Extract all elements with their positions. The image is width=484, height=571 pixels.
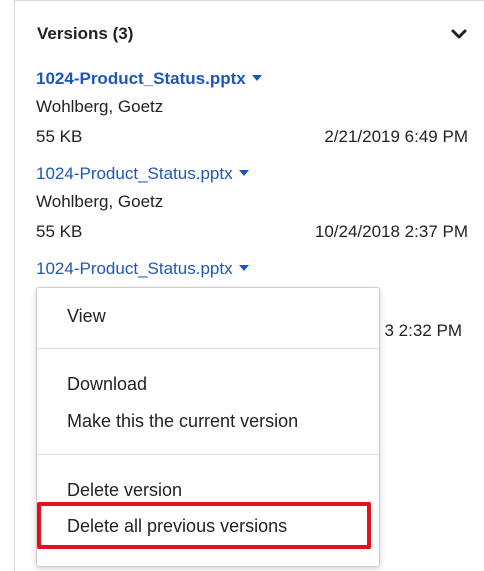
menu-item-download[interactable]: Download xyxy=(67,372,147,396)
version-date: 2/21/2019 6:49 PM xyxy=(324,127,468,146)
menu-divider xyxy=(37,348,379,349)
version-item: 1024-Product_Status.pptx xyxy=(36,258,468,280)
version-file-link[interactable]: 1024-Product_Status.pptx xyxy=(36,163,233,185)
dropdown-caret-icon[interactable] xyxy=(238,264,249,271)
menu-divider xyxy=(37,454,379,455)
menu-item-delete-all-previous[interactable]: Delete all previous versions xyxy=(67,514,287,538)
version-author: Wohlberg, Goetz xyxy=(36,192,164,211)
versions-header[interactable]: Versions (3) xyxy=(37,23,467,49)
version-item: 1024-Product_Status.pptx Wohlberg, Goetz… xyxy=(36,68,468,148)
version-author: Wohlberg, Goetz xyxy=(36,97,164,116)
menu-item-delete-version[interactable]: Delete version xyxy=(67,478,182,502)
versions-title: Versions (3) xyxy=(37,24,134,43)
version-context-menu: View Download Make this the current vers… xyxy=(36,287,380,567)
chevron-down-icon[interactable] xyxy=(451,27,467,41)
version-date: 10/24/2018 2:37 PM xyxy=(314,222,468,241)
version-file-link[interactable]: 1024-Product_Status.pptx xyxy=(36,68,246,90)
version-file-link[interactable]: 1024-Product_Status.pptx xyxy=(36,258,233,280)
version-size: 55 KB xyxy=(36,222,83,241)
menu-item-view[interactable]: View xyxy=(67,304,106,328)
dropdown-caret-icon[interactable] xyxy=(251,74,262,81)
version-item: 1024-Product_Status.pptx Wohlberg, Goetz… xyxy=(36,163,468,243)
menu-item-make-current[interactable]: Make this the current version xyxy=(67,409,298,433)
version-size: 55 KB xyxy=(36,127,83,146)
dropdown-caret-icon[interactable] xyxy=(238,169,249,176)
version-date: 3 2:32 PM xyxy=(384,321,463,340)
